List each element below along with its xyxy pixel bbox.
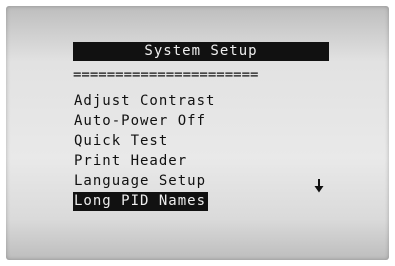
lcd-screen: System Setup ====================== Adju…: [6, 6, 389, 260]
down-arrow-icon: [314, 179, 324, 193]
menu-item-adjust-contrast[interactable]: Adjust Contrast: [73, 92, 217, 111]
menu-item-print-header[interactable]: Print Header: [73, 152, 189, 171]
menu-item-auto-power-off[interactable]: Auto-Power Off: [73, 112, 208, 131]
screen-title: System Setup: [73, 42, 329, 61]
menu-item-quick-test[interactable]: Quick Test: [73, 132, 170, 151]
title-divider: ======================: [73, 67, 259, 83]
menu-item-long-pid-names[interactable]: Long PID Names: [73, 192, 209, 211]
menu-item-language-setup[interactable]: Language Setup: [73, 172, 208, 191]
